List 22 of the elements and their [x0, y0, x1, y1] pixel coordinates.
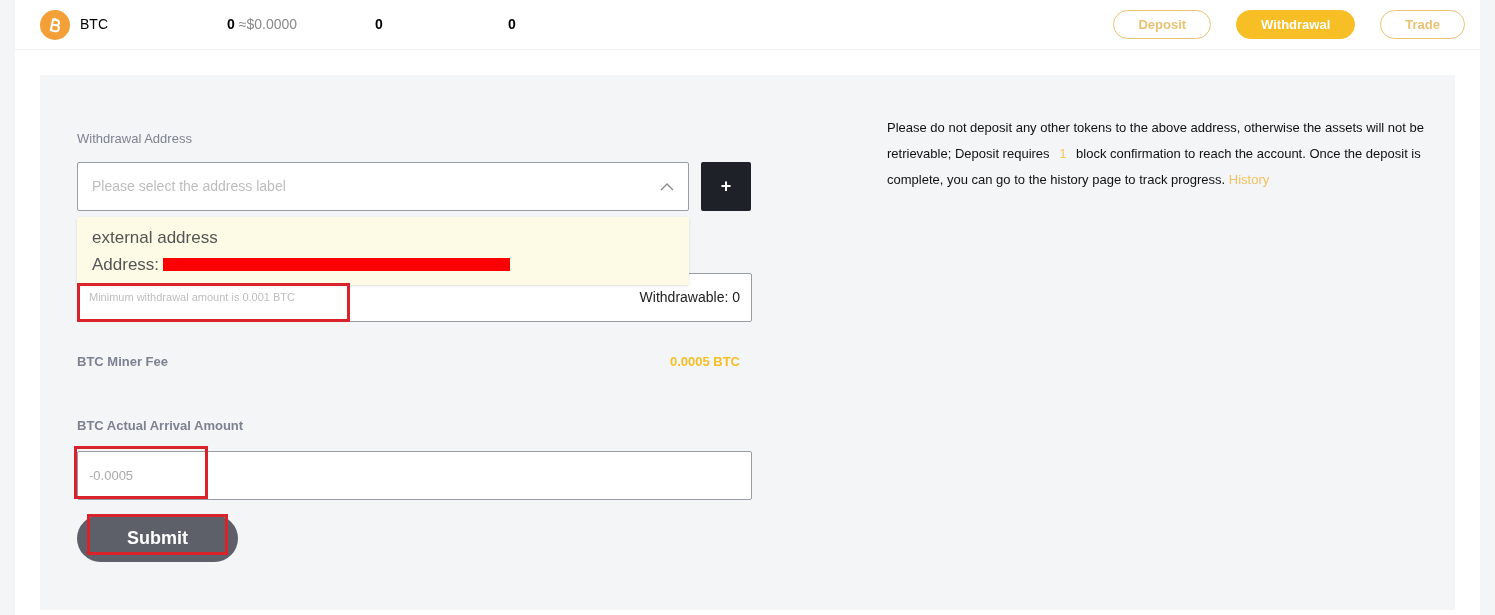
- fee-value: 0.0005 BTC: [669, 353, 740, 371]
- field-label: BTC Miner Fee: [77, 353, 168, 371]
- field-label: BTC Actual Arrival Amount: [77, 416, 245, 435]
- address-prefix: Address:: [92, 254, 160, 276]
- withdrawable-amount: Withdrawable: 0: [639, 288, 740, 307]
- action-button[interactable]: Trade: [1380, 10, 1465, 39]
- arrival-amount-field[interactable]: -0.0005: [77, 451, 752, 500]
- history-link[interactable]: History: [1228, 172, 1270, 187]
- dropdown-option[interactable]: external address: [92, 224, 674, 251]
- action-button[interactable]: Withdrawal: [1236, 10, 1356, 39]
- asset-symbol: BTC: [80, 15, 109, 34]
- notice-text: Please do not deposit any other tokens to the above address, otherwise the assets will not be retrievable; Deposit requires 1 block confirmation to reach the account. Once the deposit is complete, you can go to the history page to track progress. History: [887, 119, 1425, 189]
- bitcoin-icon: [40, 9, 70, 40]
- chevron-up-icon: [660, 182, 674, 191]
- action-button[interactable]: Deposit: [1113, 10, 1212, 39]
- available-balance: 0: [375, 15, 383, 34]
- usd-value: ≈$0.0000: [238, 15, 298, 34]
- field-label: Withdrawal Address: [77, 130, 193, 145]
- address-select[interactable]: Please select the address label: [77, 162, 689, 211]
- frozen-balance: 0: [507, 15, 516, 34]
- add-address-button[interactable]: +: [701, 162, 751, 211]
- total-balance: 0: [227, 15, 235, 34]
